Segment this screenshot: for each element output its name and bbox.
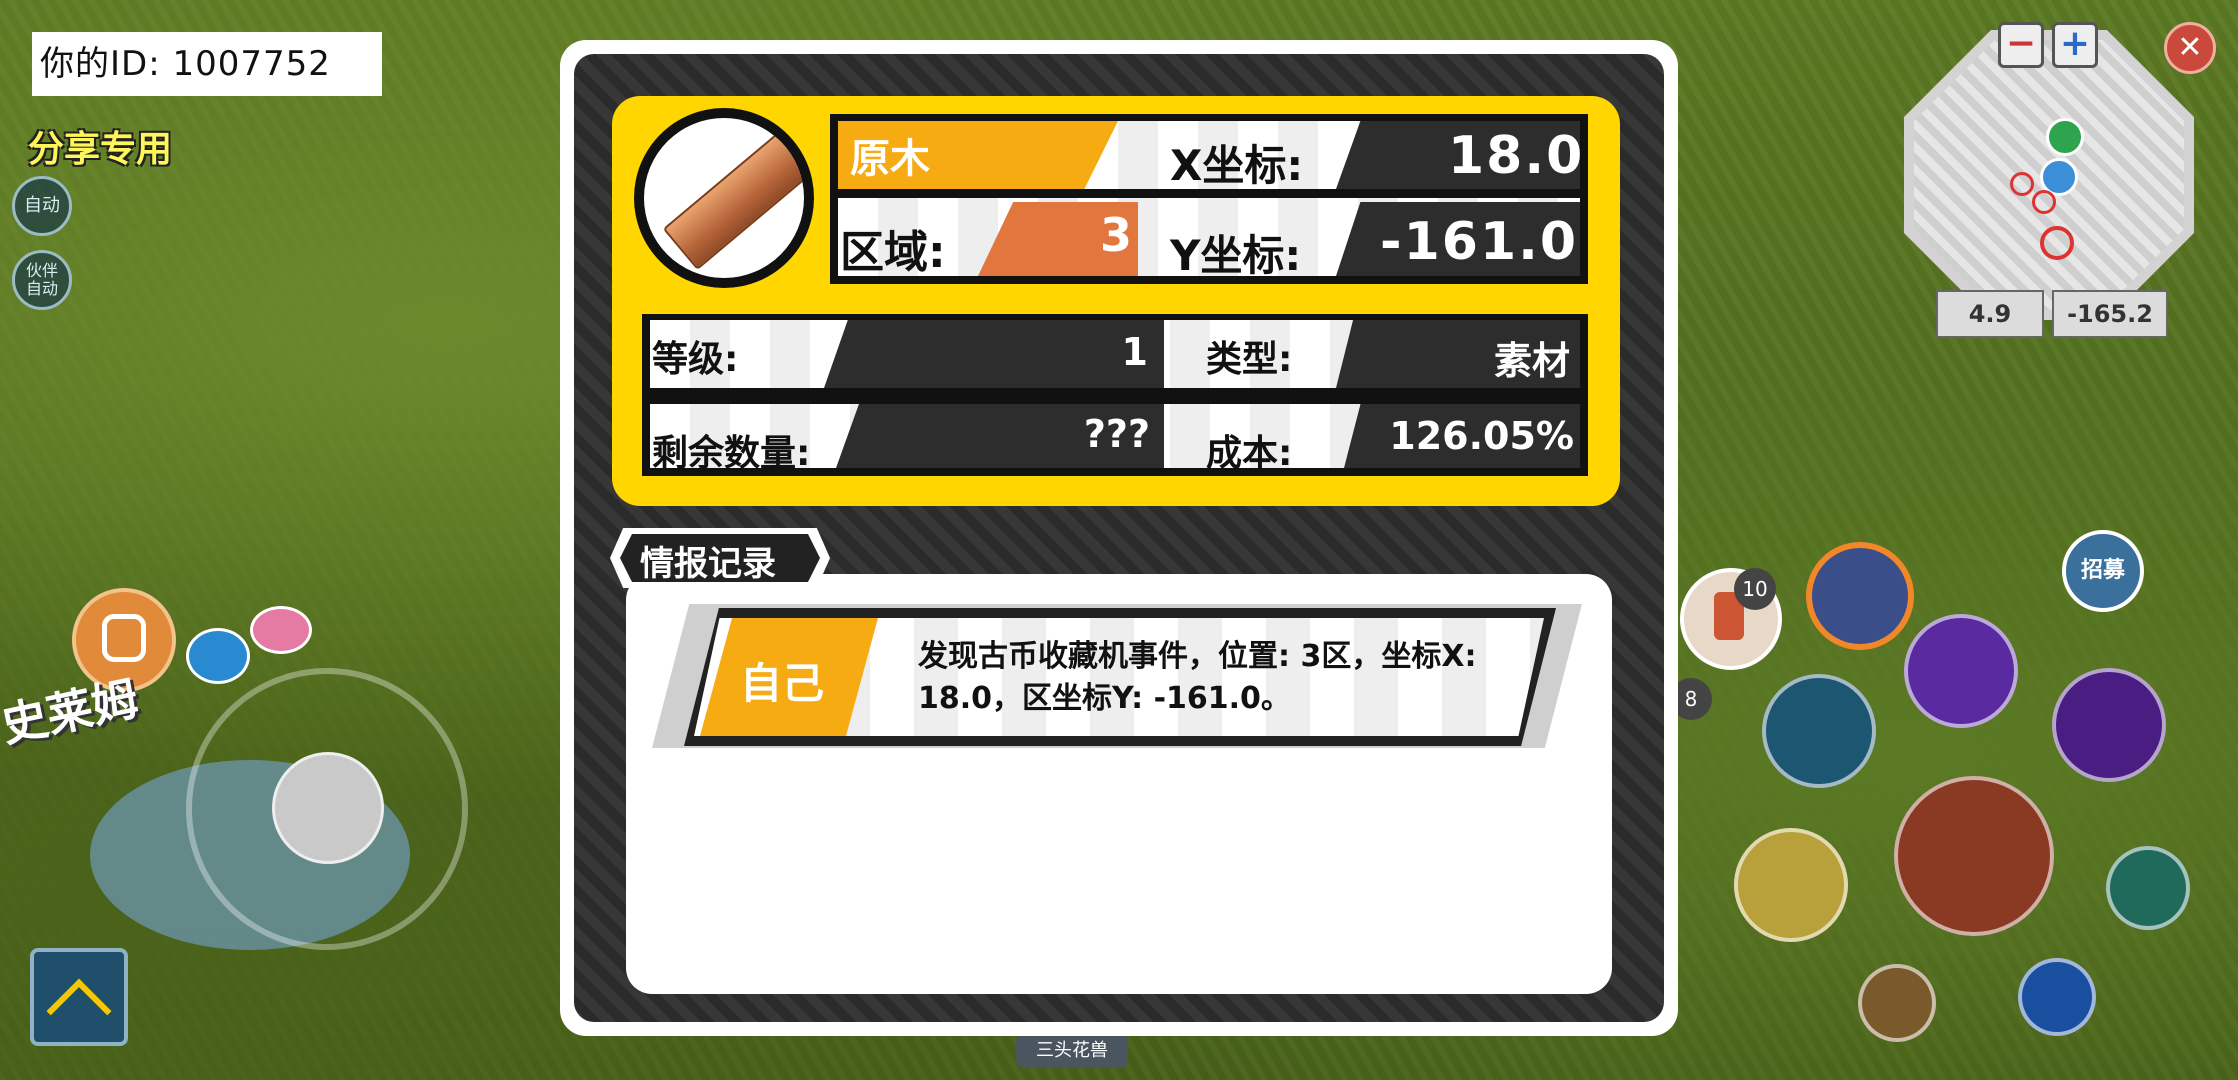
minimap-y-readout: -165.2 [2052, 290, 2168, 338]
enemy-marker-icon [2032, 190, 2056, 214]
x-coord-label: X坐标: [1170, 141, 1304, 190]
y-coord-label: Y坐标: [1170, 231, 1302, 280]
ultimate-skill-button[interactable] [1806, 542, 1914, 650]
target-lock-icon[interactable] [2106, 846, 2190, 930]
wood-plank-icon [644, 118, 804, 278]
zoom-in-button[interactable]: + [2052, 22, 2098, 68]
log-entry-text: 发现古币收藏机事件，位置: 3区，坐标X: 18.0，区坐标Y: -161.0。 [918, 639, 1477, 716]
dodge-button[interactable] [1858, 964, 1936, 1042]
remaining-value: ??? [1083, 412, 1150, 456]
menu-toggle-button[interactable] [30, 948, 128, 1046]
remaining-label: 剩余数量: [652, 433, 811, 474]
player-id-label: 你的ID: 1007752 [32, 32, 382, 96]
cost-value: 126.05% [1389, 414, 1574, 458]
x-coord-value: 18.0 [1448, 126, 1585, 186]
chevron-up-icon [46, 978, 112, 1044]
share-label: 分享专用 [28, 129, 173, 170]
light-skill-button[interactable] [1734, 828, 1848, 942]
partner-auto-button[interactable]: 伙伴 自动 [12, 250, 72, 310]
level-label: 等级: [652, 339, 739, 380]
type-label: 类型: [1206, 339, 1293, 380]
zone-value: 3 [1100, 208, 1133, 262]
level-value: 1 [1121, 330, 1148, 374]
zoom-out-button[interactable]: − [1998, 22, 2044, 68]
minimap-x-readout: 4.9 [1936, 290, 2044, 338]
backpack-icon [102, 614, 146, 662]
recruit-button[interactable]: 招募 [2062, 530, 2144, 612]
attack-button[interactable] [1894, 776, 2054, 936]
type-value: 素材 [1493, 339, 1570, 383]
player-marker-icon [2046, 118, 2084, 156]
partner-auto-label: 伙伴 自动 [25, 261, 58, 298]
cost-label: 成本: [1206, 433, 1293, 474]
enemy-marker-icon [2040, 226, 2074, 260]
potion-count-badge: 10 [1734, 568, 1776, 610]
jump-button[interactable] [2018, 958, 2096, 1036]
lightning-skill-button[interactable] [1762, 674, 1876, 788]
auto-battle-label: 自动 [24, 195, 60, 217]
y-coord-value: -161.0 [1380, 212, 1579, 272]
joystick-knob[interactable] [272, 752, 384, 864]
water-skill-icon[interactable] [186, 628, 250, 684]
log-entry-source: 自己 [740, 659, 825, 708]
zone-label: 区域: [840, 227, 946, 278]
item-name: 原木 [850, 136, 930, 182]
enemy-marker-icon [2010, 172, 2034, 196]
chat-bubble-icon[interactable] [250, 606, 312, 654]
target-name-label: 三头花兽 [1016, 1034, 1128, 1068]
purple-slash-skill-button[interactable] [1904, 614, 2018, 728]
auto-battle-button[interactable]: 自动 [12, 176, 72, 236]
close-icon[interactable]: ✕ [2164, 22, 2216, 74]
vortex-skill-button[interactable] [2052, 668, 2166, 782]
intel-log-title: 情报记录 [640, 544, 776, 584]
